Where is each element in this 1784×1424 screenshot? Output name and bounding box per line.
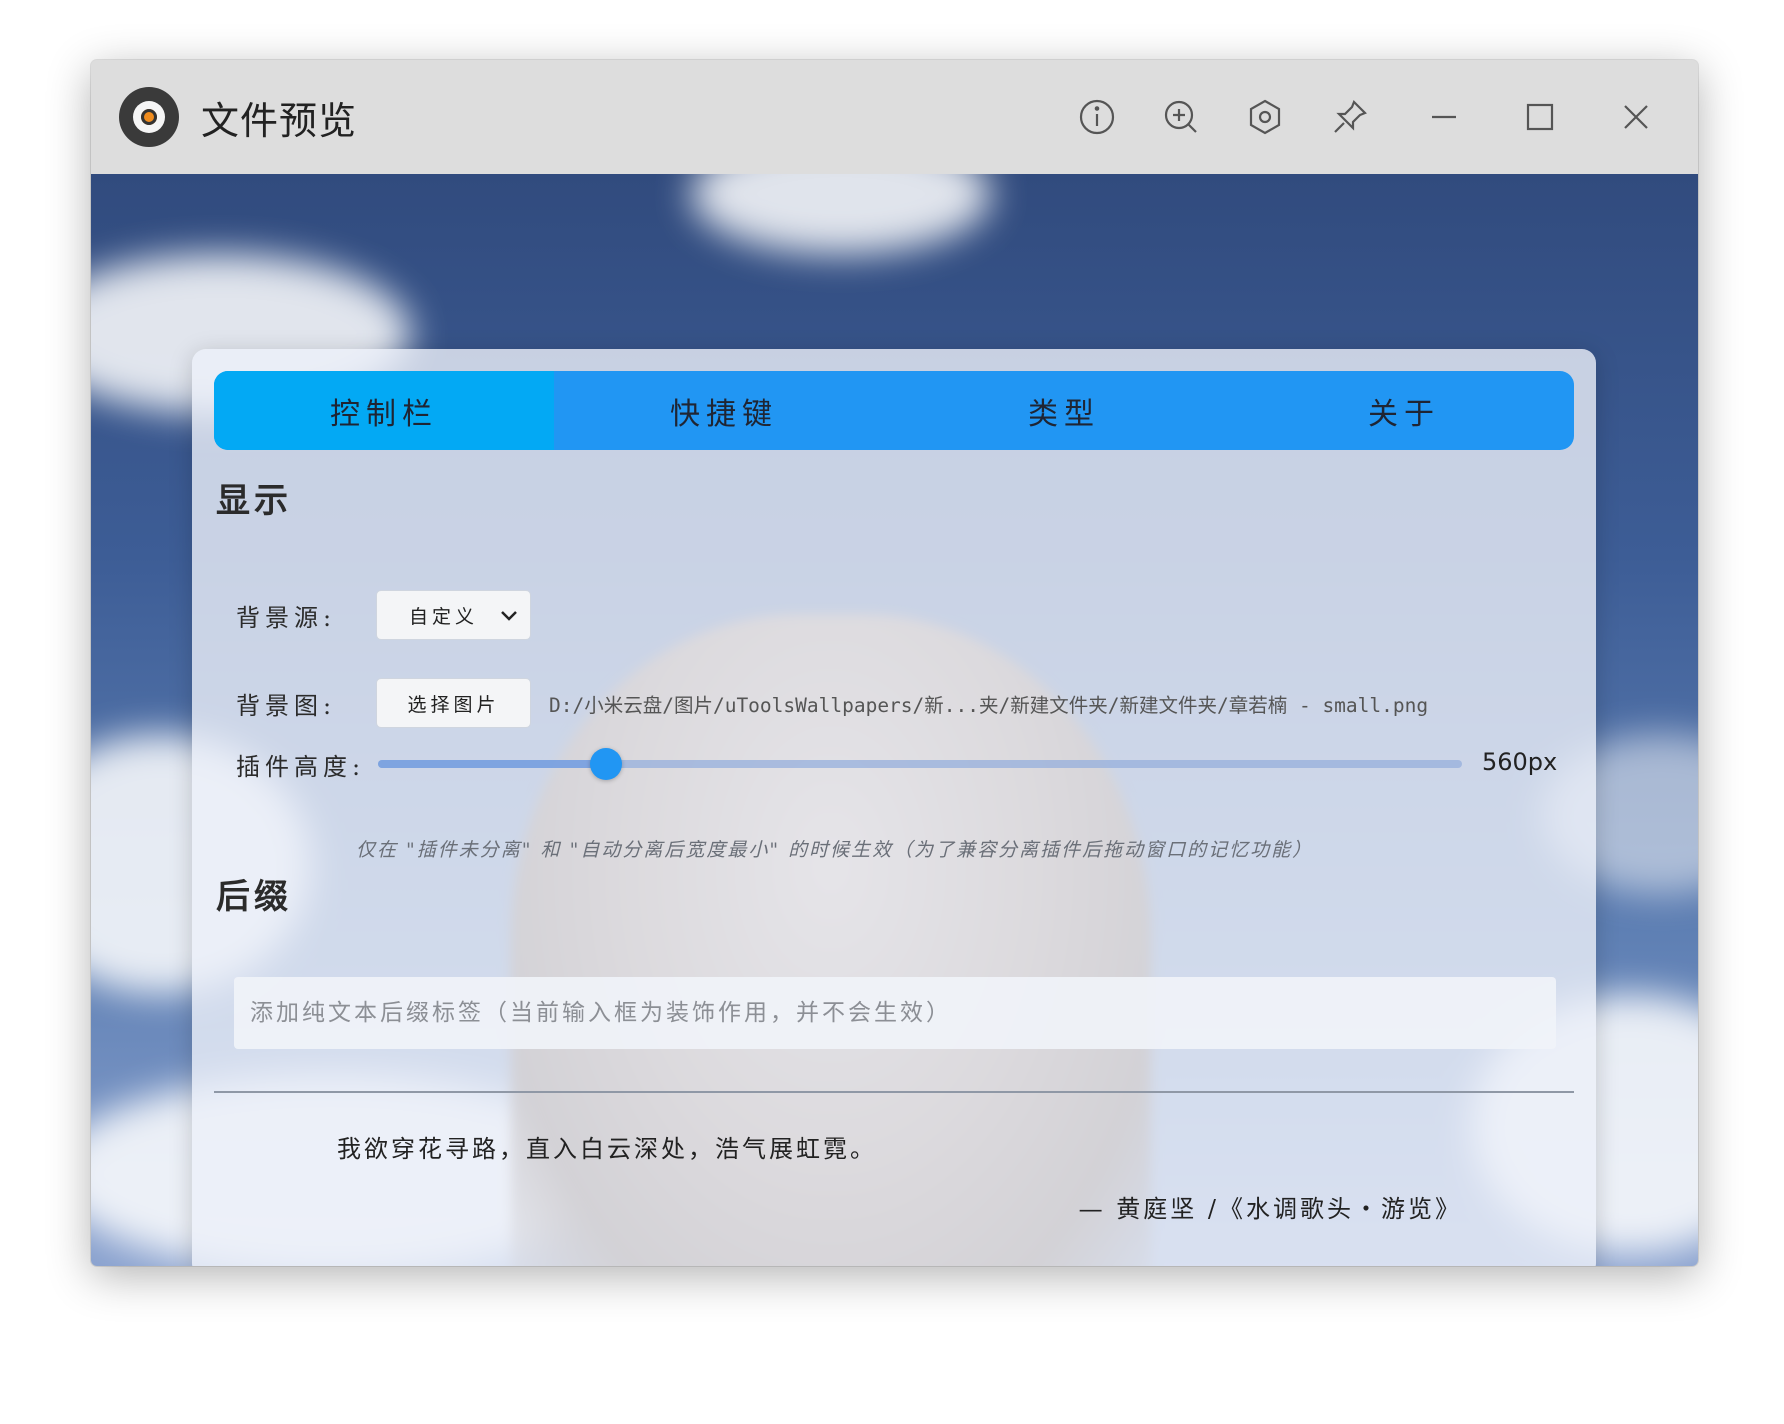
background-source-label: 背景源:: [236, 604, 337, 632]
tab-types[interactable]: 类型: [894, 371, 1234, 450]
settings-panel: 控制栏 快捷键 类型 关于 显示 背景源: 自定义 背景图: 选择图片 D:/小…: [192, 349, 1596, 1266]
chevron-down-icon: [498, 604, 520, 626]
cloud: [691, 174, 991, 254]
plugin-height-value: 560px: [1482, 748, 1558, 776]
close-icon[interactable]: [1613, 94, 1659, 140]
background-image-path: D:/小米云盘/图片/uToolsWallpapers/新...夹/新建文件夹/…: [549, 694, 1429, 717]
suffix-input[interactable]: [234, 977, 1556, 1049]
choose-image-button[interactable]: 选择图片: [376, 678, 531, 728]
title-bar[interactable]: 文件预览: [91, 60, 1698, 174]
app-logo-icon: [119, 87, 179, 147]
wallpaper-background: 控制栏 快捷键 类型 关于 显示 背景源: 自定义 背景图: 选择图片 D:/小…: [91, 174, 1698, 1266]
quote-text: 我欲穿花寻路，直入白云深处，浩气展虹霓。: [337, 1135, 877, 1163]
background-source-value: 自定义: [409, 605, 479, 628]
zoom-in-icon[interactable]: [1158, 94, 1204, 140]
window-title: 文件预览: [201, 99, 358, 143]
pin-icon[interactable]: [1327, 94, 1373, 140]
plugin-height-slider-fill: [378, 760, 606, 768]
plugin-height-slider-thumb[interactable]: [589, 748, 622, 780]
tab-control-bar[interactable]: 控制栏: [214, 371, 554, 450]
tab-about[interactable]: 关于: [1234, 371, 1574, 450]
maximize-icon[interactable]: [1517, 94, 1563, 140]
divider: [214, 1091, 1574, 1093]
app-window: 文件预览 控制栏 快捷键 类型 关于 显示 背景源: 自定义 背景图: 选择图片…: [91, 60, 1698, 1266]
info-icon[interactable]: [1074, 94, 1120, 140]
background-image-label: 背景图:: [236, 692, 337, 720]
tab-bar: 控制栏 快捷键 类型 关于: [214, 371, 1574, 450]
plugin-height-label: 插件高度:: [236, 753, 366, 781]
section-title-suffix: 后缀: [216, 877, 292, 917]
minimize-icon[interactable]: [1421, 94, 1467, 140]
settings-icon[interactable]: [1242, 94, 1288, 140]
plugin-height-note: 仅在 "插件未分离" 和 "自动分离后宽度最小" 的时候生效（为了兼容分离插件后…: [356, 839, 1314, 861]
tab-shortcuts[interactable]: 快捷键: [554, 371, 894, 450]
section-title-display: 显示: [216, 481, 292, 521]
background-source-select[interactable]: 自定义: [376, 590, 531, 640]
quote-author: — 黄庭坚 /《水调歌头・游览》: [1078, 1195, 1462, 1223]
